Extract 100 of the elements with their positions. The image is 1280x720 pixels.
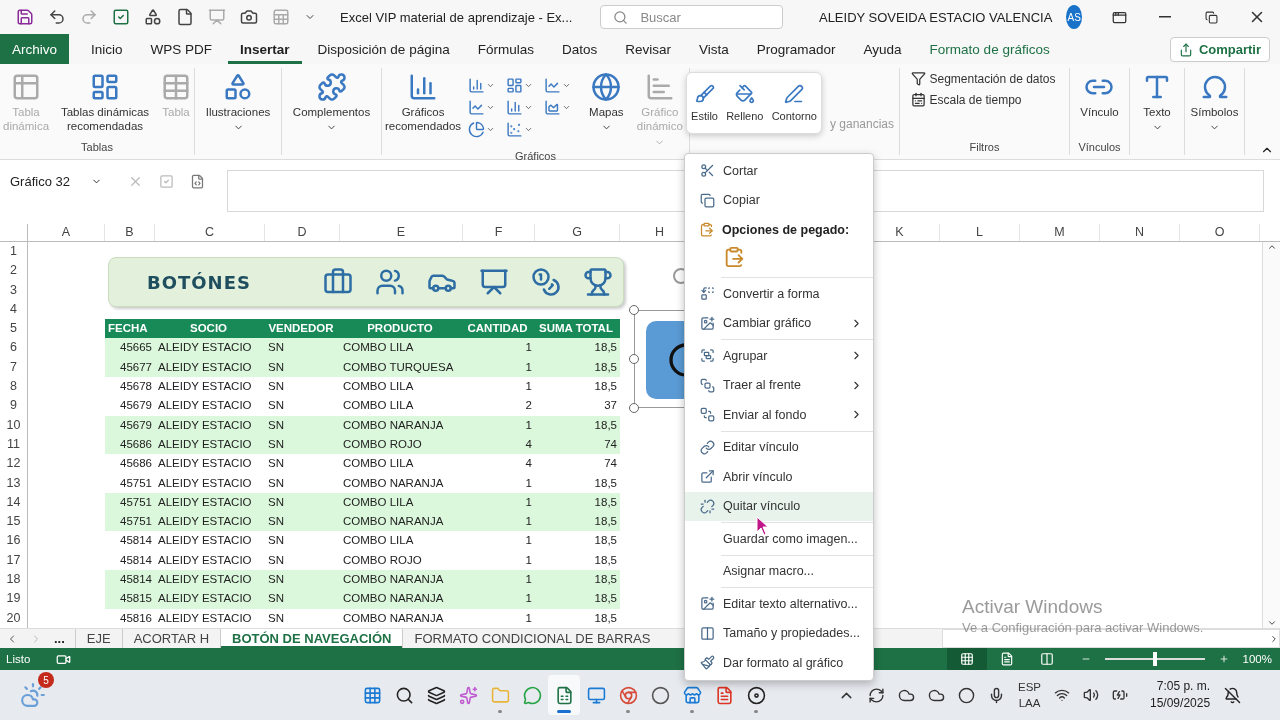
menu-tab[interactable]: Programador: [744, 34, 848, 64]
selection-handle[interactable]: [629, 305, 639, 315]
row-number[interactable]: 7: [0, 357, 28, 378]
mini-toolbar-button[interactable]: Estilo: [689, 82, 720, 124]
row-number[interactable]: 5: [0, 319, 28, 339]
menu-tab[interactable]: Formato de gráficos: [917, 34, 1062, 64]
mini-toolbar-button[interactable]: Relleno: [724, 82, 766, 124]
zoom-level[interactable]: 100%: [1242, 653, 1272, 665]
menu-tab[interactable]: Revisar: [613, 34, 683, 64]
row-number[interactable]: 3: [0, 280, 28, 300]
ribbon-button[interactable]: Segmentación de datos: [908, 70, 1059, 87]
menu-tab[interactable]: Ayuda: [851, 34, 914, 64]
column-header[interactable]: B: [105, 224, 155, 241]
column-header[interactable]: G: [535, 224, 620, 241]
more-sheets[interactable]: ...: [48, 629, 75, 648]
menu-tab[interactable]: WPS PDF: [138, 34, 225, 64]
row-number[interactable]: 2: [0, 261, 28, 281]
row-number[interactable]: 13: [0, 473, 28, 493]
menu-tab[interactable]: Archivo: [0, 34, 69, 64]
weather-icon[interactable]: [20, 682, 46, 708]
ribbon-button[interactable]: Ilustraciones: [202, 70, 274, 136]
table-cell: COMBO ROJO: [340, 434, 463, 455]
menu-item[interactable]: Guardar como imagen...: [685, 524, 873, 554]
row-number[interactable]: 14: [0, 492, 28, 513]
column-header[interactable]: C: [155, 224, 265, 241]
menu-item[interactable]: Quitar vínculo: [685, 491, 873, 521]
menu-tab[interactable]: Vista: [687, 34, 741, 64]
column-heading: CANTIDAD: [463, 319, 535, 339]
zoom-thumb[interactable]: [1152, 652, 1157, 666]
table-cell: 45677: [105, 357, 155, 378]
menu-item[interactable]: Enviar al fondo: [685, 400, 873, 430]
enter-icon: [159, 173, 174, 189]
menu-tab[interactable]: Datos: [549, 34, 610, 64]
row-number[interactable]: 9: [0, 396, 28, 416]
ribbon-button[interactable]: Mapas: [586, 70, 627, 136]
row-number[interactable]: 17: [0, 550, 28, 571]
menu-item[interactable]: Editar vínculo: [685, 432, 873, 462]
wifi-icon: [1054, 687, 1070, 703]
row-number[interactable]: 8: [0, 377, 28, 397]
vertical-scrollbar[interactable]: [1262, 242, 1280, 628]
column-header[interactable]: L: [940, 224, 1020, 241]
sheet-tab[interactable]: BOTÓN DE NAVEGACIÓN: [220, 629, 403, 648]
table-cell-text: ALEIDY ESTACIO: [157, 610, 253, 626]
name-box[interactable]: Gráfico 32: [6, 170, 106, 192]
menu-item[interactable]: Traer al frente: [685, 370, 873, 400]
menu-item[interactable]: Asignar macro...: [685, 556, 873, 586]
user-avatar[interactable]: AS: [1066, 5, 1082, 29]
menu-tab[interactable]: Inicio: [79, 34, 135, 64]
selection-handle[interactable]: [629, 354, 639, 364]
row-number[interactable]: 11: [0, 434, 28, 455]
group-icon: [699, 348, 715, 364]
camera-icon: [240, 8, 258, 26]
row-number[interactable]: 4: [0, 299, 28, 320]
row-number[interactable]: 15: [0, 512, 28, 532]
menu-tab[interactable]: Insertar: [228, 34, 302, 64]
menu-tab[interactable]: Disposición de página: [305, 34, 462, 64]
menu-item[interactable]: Tamaño y propiedades...: [685, 618, 873, 648]
ribbon-button[interactable]: Complementos: [289, 70, 374, 136]
column-header[interactable]: O: [1180, 224, 1260, 241]
row-number[interactable]: 12: [0, 454, 28, 474]
language-indicator[interactable]: ESP LAA: [1018, 679, 1041, 711]
share-button[interactable]: Compartir: [1169, 37, 1270, 62]
menu-item[interactable]: Cortar: [685, 156, 873, 186]
table-cell: COMBO TURQUESA: [340, 357, 463, 378]
menu-item[interactable]: Convertir a forma: [685, 279, 873, 309]
menu-item[interactable]: Cambiar gráfico: [685, 308, 873, 338]
column-header[interactable]: A: [28, 224, 105, 241]
mini-toolbar-button[interactable]: Contorno: [769, 82, 819, 124]
column-header[interactable]: E: [340, 224, 463, 241]
ribbon-button[interactable]: Texto: [1139, 70, 1175, 136]
view-button[interactable]: [946, 648, 987, 670]
row-number[interactable]: 20: [0, 608, 28, 628]
table-cell-text: 1: [524, 475, 533, 491]
ribbon-button[interactable]: Escala de tiempo: [908, 91, 1059, 108]
menu-item[interactable]: Copiar: [685, 185, 873, 215]
ribbon-button[interactable]: Tablas dinámicas recomendadas: [56, 70, 154, 136]
column-header[interactable]: M: [1020, 224, 1100, 241]
ribbon-button[interactable]: Símbolos: [1187, 70, 1242, 136]
column-header[interactable]: F: [463, 224, 535, 241]
menu-item[interactable]: Abrir vínculo: [685, 462, 873, 492]
menu-item[interactable]: Editar texto alternativo...: [685, 589, 873, 619]
menu-tab[interactable]: Fórmulas: [465, 34, 546, 64]
minimize-icon: [1159, 16, 1171, 18]
search-field[interactable]: Buscar: [600, 5, 783, 29]
column-header[interactable]: N: [1100, 224, 1180, 241]
ribbon-button[interactable]: Gráficos recomendados: [382, 70, 465, 136]
row-number[interactable]: 1: [0, 242, 28, 262]
clock[interactable]: 7:05 p. m. 15/09/2025: [1150, 678, 1211, 712]
table-cell-text: ALEIDY ESTACIO: [157, 552, 253, 568]
row-number[interactable]: 6: [0, 338, 28, 358]
row-number[interactable]: 16: [0, 531, 28, 551]
row-number[interactable]: 18: [0, 570, 28, 590]
menu-item[interactable]: Agrupar: [685, 341, 873, 371]
table-cell-text: COMBO NARANJA: [342, 475, 445, 491]
column-header[interactable]: D: [265, 224, 340, 241]
ribbon-button[interactable]: Vínculo: [1077, 70, 1122, 122]
row-number[interactable]: 10: [0, 415, 28, 435]
menu-item[interactable]: Dar formato al gráfico: [685, 648, 873, 678]
row-number[interactable]: 19: [0, 589, 28, 609]
selection-handle[interactable]: [629, 403, 639, 413]
